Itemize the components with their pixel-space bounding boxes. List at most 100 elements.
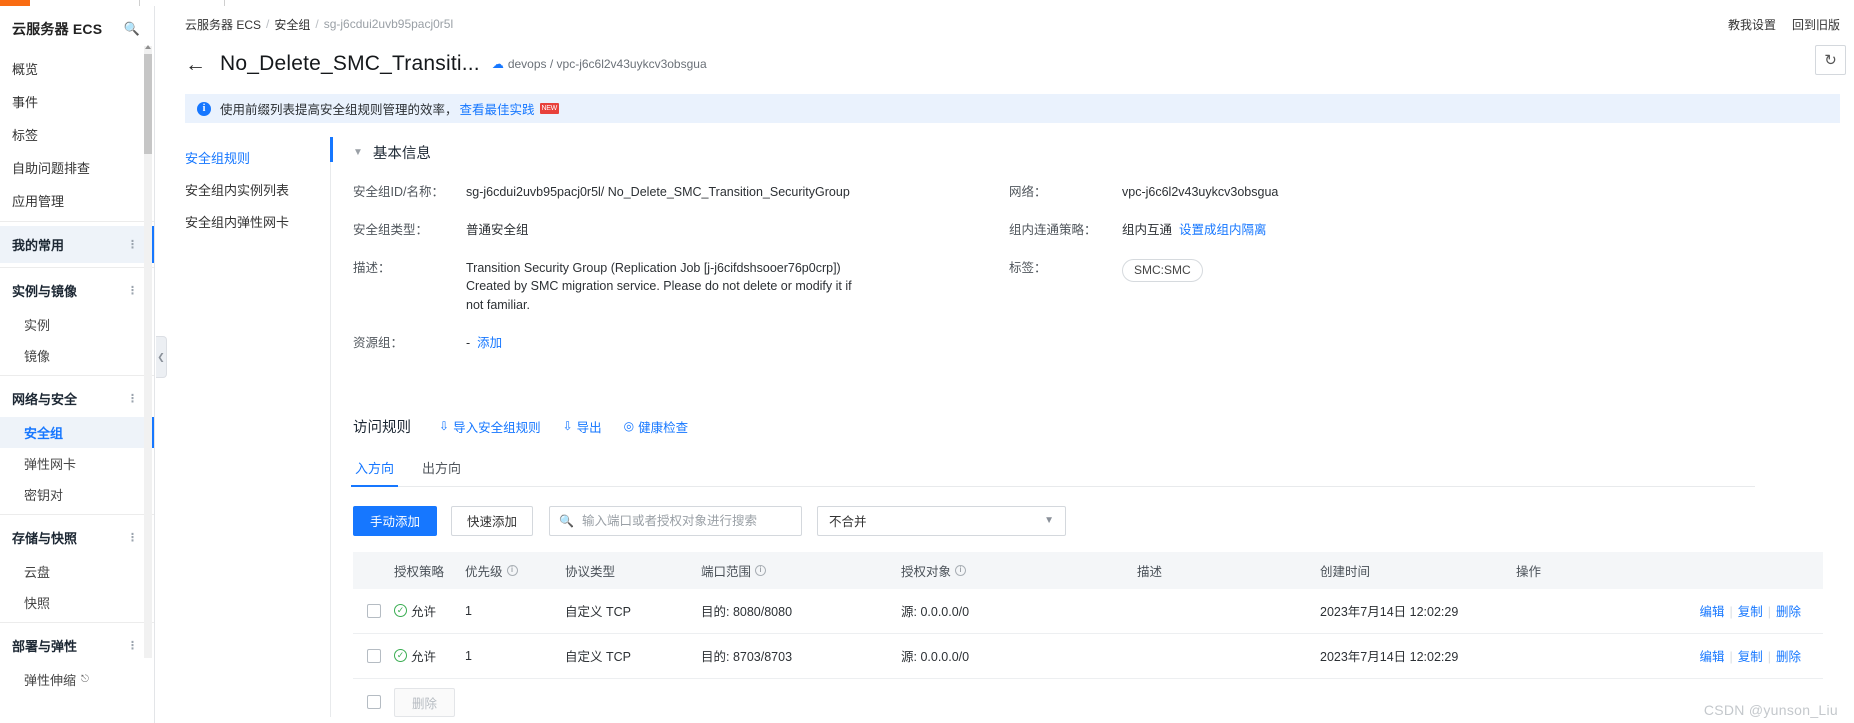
info-value: - 添加 (466, 334, 502, 352)
sidebar-item-images[interactable]: 镜像 (0, 340, 154, 371)
sidebar-item-disks[interactable]: 云盘 (0, 556, 154, 587)
tab-inbound[interactable]: 入方向 (350, 458, 399, 487)
sidebar-item-instances[interactable]: 实例 (0, 309, 154, 340)
app-root: 云服务器 ECS 🔍 概览 事件 标签 自助问题排查 应用管理 我的常用 ⋮ 实… (0, 0, 1854, 723)
inner-nav-item-instance-list[interactable]: 安全组内实例列表 (185, 173, 330, 205)
sidebar-item-snapshots[interactable]: 快照 (0, 587, 154, 618)
breadcrumb-item-security-groups[interactable]: 安全组 (274, 16, 310, 33)
chevron-down-icon[interactable]: ▼ (353, 147, 363, 158)
info-value: SMC:SMC (1122, 259, 1203, 283)
shield-check-icon: ◎ (623, 419, 635, 434)
import-rules-button[interactable]: ⇩ 导入安全组规则 (439, 417, 541, 436)
sidebar-item-security-groups[interactable]: 安全组 (0, 417, 154, 448)
copy-link[interactable]: 复制 (1738, 650, 1763, 664)
search-box[interactable]: 🔍 (549, 505, 803, 536)
copy-link[interactable]: 复制 (1738, 605, 1763, 619)
search-icon[interactable]: 🔍 (124, 21, 140, 37)
info-label: 组内连通策略： (1009, 223, 1097, 238)
info-icon[interactable]: i (506, 564, 518, 576)
quick-add-button[interactable]: 快速添加 (451, 505, 534, 536)
sidebar-item-self-diagnosis[interactable]: 自助问题排查 (0, 151, 154, 184)
sidebar-item-app-management[interactable]: 应用管理 (0, 184, 154, 217)
watermark: CSDN @yunson_Liu (1703, 702, 1838, 718)
health-check-button[interactable]: ◎ 健康检查 (624, 417, 689, 436)
sidebar-group-deploy-elastic[interactable]: 部署与弹性 ⋮ (0, 627, 154, 664)
more-icon[interactable]: ⋮ (127, 393, 138, 404)
basic-info-right-column: 网络： vpc-j6c6l2v43uykcv3obsgua 组内连通策略： 组内… (993, 183, 1413, 372)
delete-link[interactable]: 删除 (1776, 650, 1801, 664)
sidebar-scrollbar[interactable] (144, 45, 152, 658)
scrollbar-thumb[interactable] (144, 54, 152, 154)
sidebar-item-key-pairs[interactable]: 密钥对 (0, 479, 154, 510)
column-label: 协议类型 (565, 564, 616, 579)
rules-title: 访问规则 (353, 419, 411, 436)
cell-priority: 1 (465, 648, 472, 663)
set-group-isolation-link[interactable]: 设置成组内隔离 (1179, 223, 1267, 237)
row-checkbox[interactable] (366, 648, 381, 663)
sidebar-item-label: 概览 (12, 62, 39, 77)
sidebar-sub-label: 安全组 (24, 426, 64, 441)
more-icon[interactable]: ⋮ (127, 285, 138, 296)
sidebar-collapse-handle[interactable]: ❮ (156, 336, 167, 378)
sidebar-item-events[interactable]: 事件 (0, 85, 154, 118)
table-row[interactable]: ✓ 允许 1 自定义 TCP 目的: 8703/8703 源: 0.0.0.0/… (353, 634, 1823, 679)
cloud-icon: ☁ (491, 57, 504, 71)
export-rules-button[interactable]: ⇩ 导出 (563, 417, 602, 436)
inner-nav-item-security-group-rules[interactable]: 安全组规则 (185, 141, 330, 173)
main-content: 云服务器 ECS / 安全组 / sg-j6cdui2uvb95pacj0r5l… (155, 0, 1854, 723)
batch-delete-button[interactable]: 删除 (394, 687, 456, 717)
edit-link[interactable]: 编辑 (1699, 605, 1724, 619)
info-icon[interactable]: i (755, 564, 767, 576)
sidebar-group-favorites[interactable]: 我的常用 ⋮ (0, 226, 154, 263)
more-icon[interactable]: ⋮ (127, 640, 138, 651)
merge-select[interactable]: 不合并 ▼ (817, 505, 1067, 536)
row-checkbox[interactable] (366, 603, 381, 618)
delete-link[interactable]: 删除 (1776, 605, 1801, 619)
inner-nav-label: 安全组规则 (185, 150, 251, 166)
sidebar-group-storage-snapshots[interactable]: 存储与快照 ⋮ (0, 519, 154, 556)
sidebar-group-instances-images[interactable]: 实例与镜像 ⋮ (0, 272, 154, 309)
check-circle-icon: ✓ (394, 649, 407, 663)
info-label: 标签： (1009, 261, 1047, 276)
inner-nav-label: 安全组内实例列表 (185, 182, 290, 198)
refresh-button[interactable]: ↻ (1815, 45, 1846, 75)
sidebar-divider (0, 514, 154, 515)
back-button[interactable]: ← (185, 54, 206, 75)
select-all-checkbox[interactable] (366, 695, 381, 710)
add-resource-group-link[interactable]: 添加 (477, 336, 502, 350)
sidebar-item-enis[interactable]: 弹性网卡 (0, 448, 154, 479)
more-icon[interactable]: ⋮ (127, 239, 138, 250)
edit-link[interactable]: 编辑 (1699, 650, 1724, 664)
cell-authorization-object: 源: 0.0.0.0/0 (901, 650, 970, 665)
tag-chip[interactable]: SMC:SMC (1122, 259, 1203, 283)
page-title: No_Delete_SMC_Transiti... (220, 52, 480, 75)
intra-group-policy-value: 组内互通 (1122, 223, 1173, 238)
sidebar: 云服务器 ECS 🔍 概览 事件 标签 自助问题排查 应用管理 我的常用 ⋮ 实… (0, 0, 155, 723)
inner-nav-item-eni-list[interactable]: 安全组内弹性网卡 (185, 205, 330, 237)
sidebar-item-overview[interactable]: 概览 (0, 52, 154, 85)
info-icon[interactable]: i (955, 564, 967, 576)
inner-nav-label: 安全组内弹性网卡 (185, 214, 290, 230)
column-header-protocol: 协议类型 (565, 561, 701, 580)
teach-me-settings-link[interactable]: 教我设置 (1728, 16, 1776, 33)
back-to-old-version-link[interactable]: 回到旧版 (1792, 16, 1840, 33)
scroll-up-arrow-icon[interactable] (145, 45, 151, 49)
info-value: 组内互通 设置成组内隔离 (1122, 221, 1266, 239)
vpc-meta-label: devops / vpc-j6c6l2v43uykcv3obsgua (507, 57, 707, 71)
search-input[interactable] (579, 512, 793, 529)
breadcrumb-item-ecs[interactable]: 云服务器 ECS (185, 16, 261, 33)
column-label: 描述 (1137, 564, 1163, 579)
sidebar-item-auto-scaling[interactable]: 弹性伸缩 ⎋ (0, 664, 154, 695)
sidebar-item-tags[interactable]: 标签 (0, 118, 154, 151)
sidebar-group-network-security[interactable]: 网络与安全 ⋮ (0, 380, 154, 417)
new-badge: NEW (539, 103, 559, 114)
sidebar-divider (0, 267, 154, 268)
content-column: ▼ 基本信息 安全组ID/名称： sg-j6cdui2uvb95pacj0r5l… (330, 137, 1854, 717)
tab-outbound[interactable]: 出方向 (422, 458, 461, 486)
table-row[interactable]: ✓ 允许 1 自定义 TCP 目的: 8080/8080 源: 0.0.0.0/… (353, 589, 1823, 634)
sidebar-sub-label: 云盘 (24, 565, 51, 580)
best-practice-link[interactable]: 查看最佳实践 (460, 99, 535, 118)
breadcrumb-separator: / (315, 17, 319, 31)
more-icon[interactable]: ⋮ (127, 532, 138, 543)
manual-add-button[interactable]: 手动添加 (353, 505, 438, 536)
